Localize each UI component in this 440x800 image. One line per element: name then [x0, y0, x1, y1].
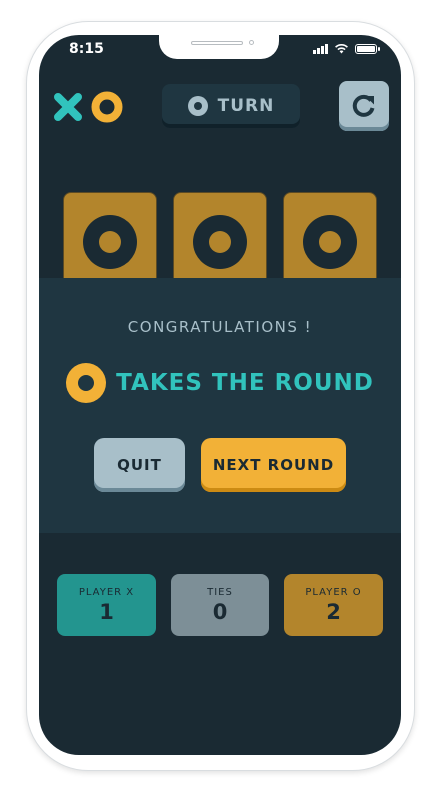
score-value: 0 — [212, 599, 228, 624]
o-mark-icon — [193, 215, 247, 269]
phone-notch — [159, 35, 279, 59]
score-player-x: PLAYER X 1 — [57, 574, 156, 636]
status-time: 8:15 — [69, 41, 104, 57]
board-cell[interactable] — [173, 192, 267, 292]
winner-banner: TAKES THE ROUND — [39, 363, 401, 403]
speaker-grill — [191, 41, 243, 45]
game-screen: 8:15 TURN CONGRATULATIONS ! TAKES THE RO… — [39, 35, 401, 755]
score-value: 2 — [326, 599, 341, 624]
x-mark-icon — [54, 93, 82, 121]
restart-button[interactable] — [339, 81, 389, 131]
next-round-button[interactable]: NEXT ROUND — [201, 438, 346, 492]
o-mark-icon — [91, 91, 123, 123]
restart-icon — [352, 94, 375, 117]
o-mark-icon — [83, 215, 137, 269]
wifi-icon — [335, 43, 348, 54]
board-cell[interactable] — [63, 192, 157, 292]
winner-text: TAKES THE ROUND — [116, 370, 374, 396]
o-mark-icon — [187, 96, 208, 116]
turn-indicator: TURN — [162, 84, 300, 128]
app-logo — [53, 91, 123, 123]
front-camera — [249, 40, 254, 45]
congrats-text: CONGRATULATIONS ! — [127, 318, 313, 336]
o-mark-icon — [303, 215, 357, 269]
quit-button[interactable]: QUIT — [94, 438, 185, 492]
battery-icon — [355, 43, 380, 54]
score-player-o: PLAYER O 2 — [284, 574, 383, 636]
score-label: TIES — [207, 586, 233, 598]
status-icons — [313, 43, 380, 54]
o-mark-icon — [66, 363, 107, 403]
score-label: PLAYER O — [305, 586, 362, 598]
signal-icon — [313, 43, 328, 54]
round-result-modal: CONGRATULATIONS ! TAKES THE ROUND QUIT N… — [39, 278, 401, 533]
score-value: 1 — [99, 599, 114, 624]
score-label: PLAYER X — [78, 586, 135, 598]
board-cell[interactable] — [283, 192, 377, 292]
score-ties: TIES 0 — [171, 574, 269, 636]
turn-label: TURN — [217, 96, 275, 116]
